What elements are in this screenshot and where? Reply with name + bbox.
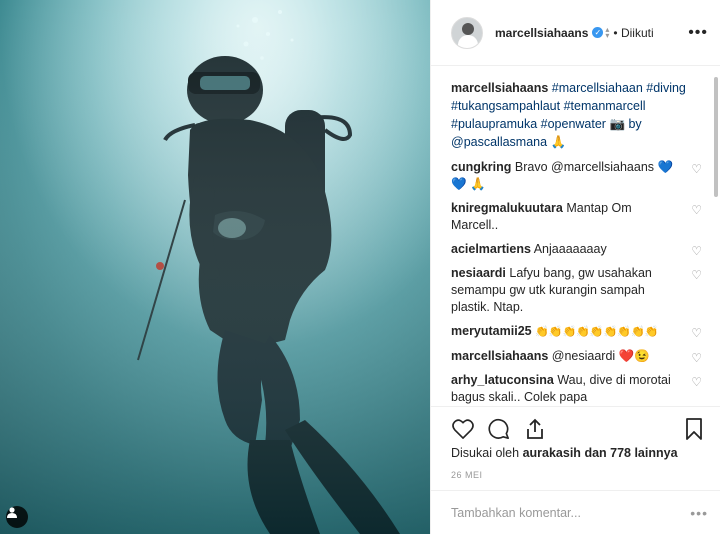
comment-username[interactable]: marcellsiahaans	[451, 349, 548, 363]
comment-input[interactable]	[451, 505, 691, 520]
bookmark-icon[interactable]	[680, 415, 708, 443]
add-comment-bar: •••	[431, 490, 720, 534]
heart-icon[interactable]	[449, 415, 477, 443]
comment-item: cungkring Bravo @marcellsiahaans 💙 💙 🙏 ♡	[451, 159, 702, 193]
likes-user[interactable]: aurakasih	[523, 446, 581, 460]
comment-username[interactable]: arhy_latuconsina	[451, 373, 554, 387]
likes-count[interactable]: dan 778 lainnya	[584, 446, 677, 460]
comment-item: nesiaardi Lafyu bang, gw usahakan semamp…	[451, 265, 702, 316]
post-caption: marcellsiahaans #marcellsiahaan #diving …	[451, 79, 702, 151]
caption-username[interactable]: marcellsiahaans	[451, 81, 548, 95]
post-panel: marcellsiahaans ✓ ▴ ▾ • Diikuti ••• marce…	[430, 0, 720, 534]
more-options-icon[interactable]: •••	[688, 24, 708, 42]
post-header: marcellsiahaans ✓ ▴ ▾ • Diikuti •••	[431, 0, 720, 66]
comment-username[interactable]: kniregmalukuutara	[451, 201, 563, 215]
author-username[interactable]: marcellsiahaans	[495, 26, 588, 40]
likes-prefix: Disukai oleh	[451, 446, 520, 460]
heart-icon[interactable]: ♡	[691, 374, 702, 391]
comment-text: Anjaaaaaaay	[533, 242, 607, 256]
share-icon[interactable]	[521, 415, 549, 443]
more-options-icon[interactable]: •••	[690, 505, 708, 521]
comment-icon[interactable]	[485, 415, 513, 443]
likes-summary: Disukai oleh aurakasih dan 778 lainnya	[451, 446, 678, 460]
comment-username[interactable]: nesiaardi	[451, 266, 506, 280]
action-bar	[431, 406, 720, 450]
post-photo[interactable]	[0, 0, 430, 534]
comment-text: @nesiaardi ❤️😉	[551, 349, 650, 363]
heart-icon[interactable]: ♡	[691, 161, 702, 178]
comment-item: acielmartiens Anjaaaaaaay ♡	[451, 241, 702, 258]
instagram-post: marcellsiahaans ✓ ▴ ▾ • Diikuti ••• marce…	[0, 0, 720, 534]
comment-item: meryutamii25 👏👏👏👏👏👏👏👏👏 ♡	[451, 323, 702, 341]
diver-illustration	[0, 0, 430, 534]
follow-status[interactable]: • Diikuti	[613, 26, 653, 40]
comment-text: 👏👏👏👏👏👏👏👏👏	[535, 326, 659, 338]
comment-item: marcellsiahaans @nesiaardi ❤️😉 ♡	[451, 348, 702, 365]
heart-icon[interactable]: ♡	[691, 243, 702, 260]
comment-username[interactable]: meryutamii25	[451, 324, 532, 338]
heart-icon[interactable]: ♡	[691, 267, 702, 284]
verified-icon: ✓	[592, 27, 604, 38]
comment-item: arhy_latuconsina Wau, dive di morotai ba…	[451, 372, 702, 405]
heart-icon[interactable]: ♡	[691, 202, 702, 219]
heart-icon[interactable]: ♡	[691, 350, 702, 367]
comment-username[interactable]: cungkring	[451, 160, 511, 174]
heart-icon[interactable]: ♡	[691, 325, 702, 342]
author-avatar[interactable]	[451, 16, 483, 49]
comment-username[interactable]: acielmartiens	[451, 242, 531, 256]
post-date[interactable]: 26 MEI	[451, 470, 483, 480]
chevron-updown-icon: ▴ ▾	[605, 24, 610, 40]
comments-list[interactable]: marcellsiahaans #marcellsiahaan #diving …	[431, 67, 720, 405]
comment-item: kniregmalukuutara Mantap Om Marcell.. ♡	[451, 200, 702, 234]
tag-user-icon[interactable]	[6, 506, 28, 528]
comments-scrollbar[interactable]	[714, 67, 718, 405]
